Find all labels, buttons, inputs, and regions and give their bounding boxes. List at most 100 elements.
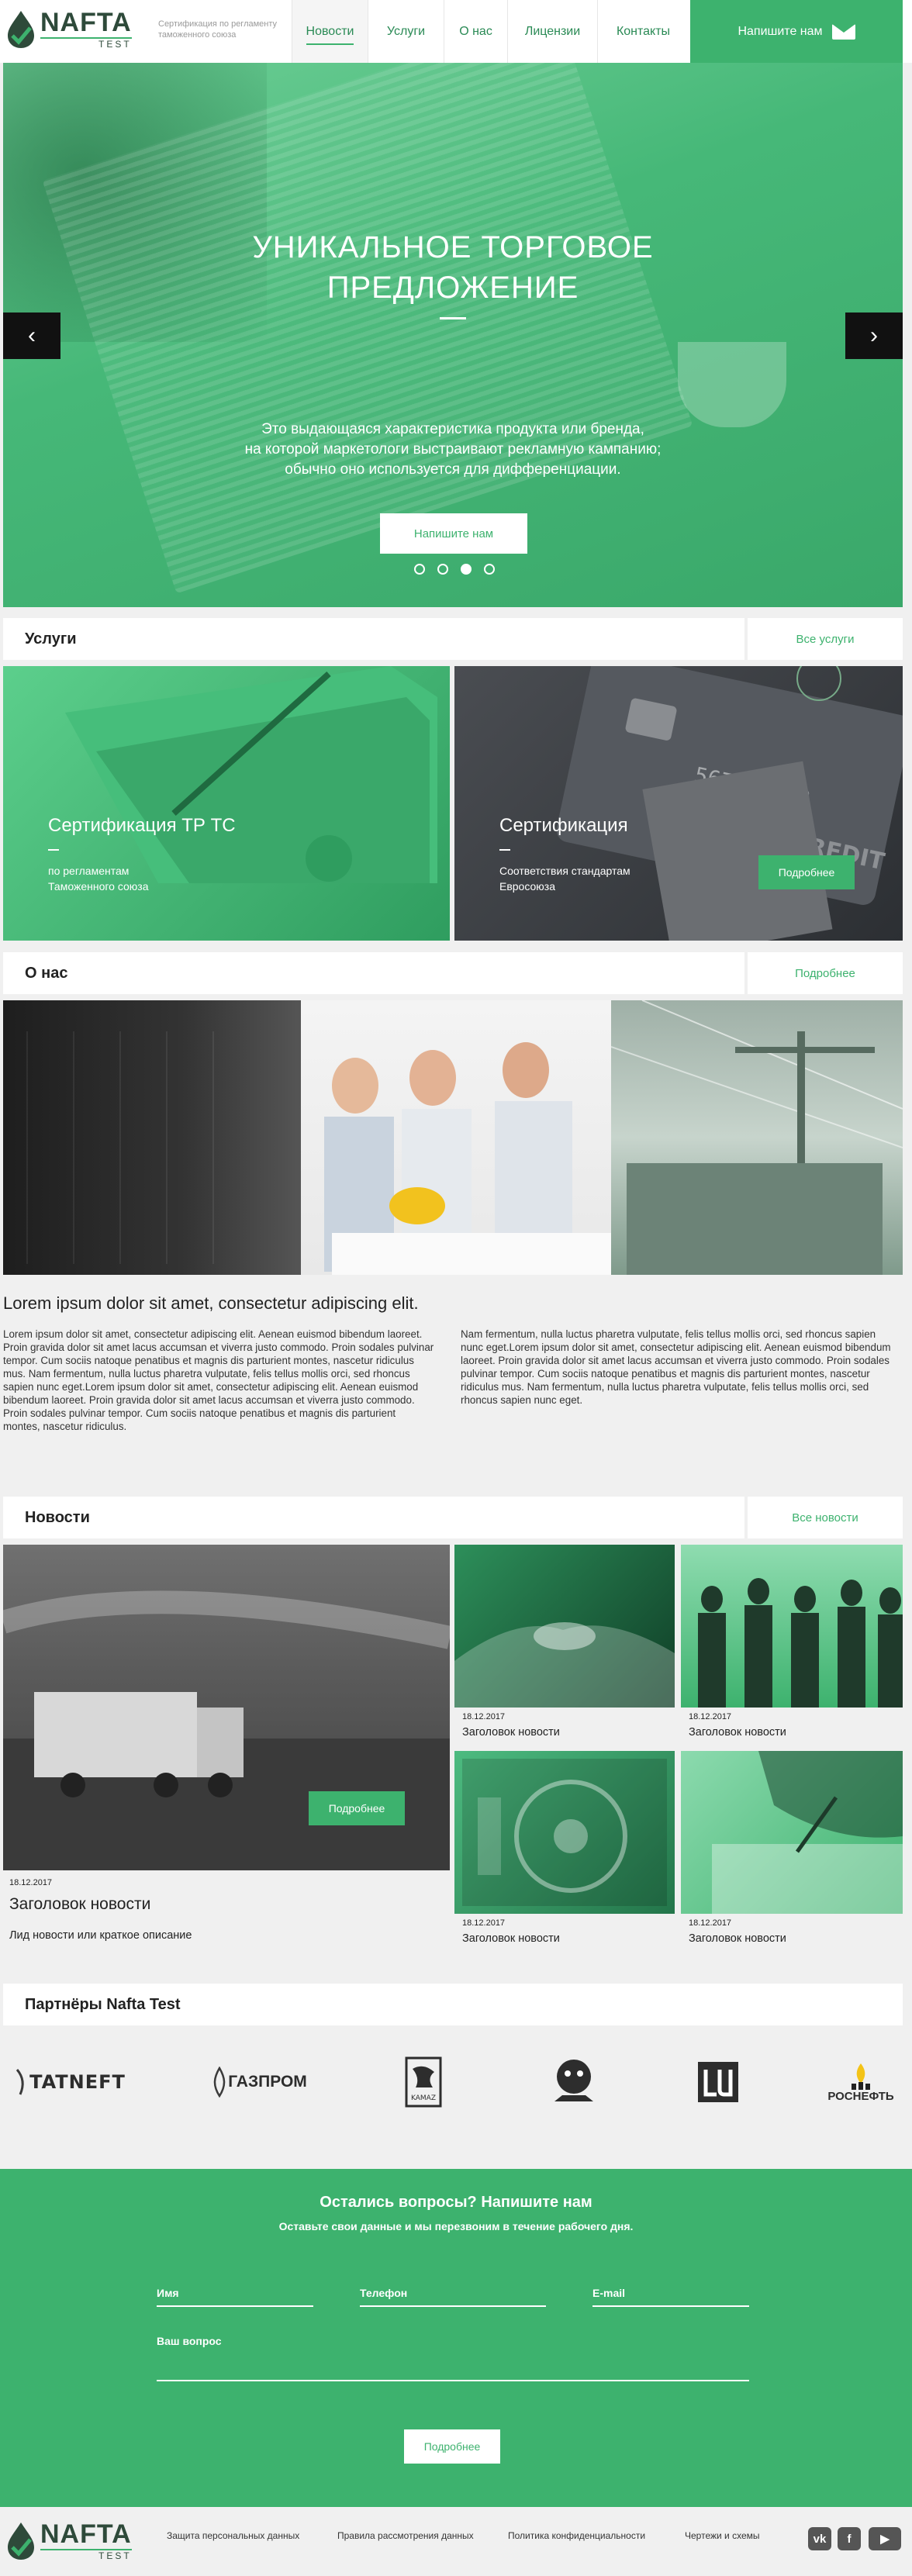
site-header: NAFTA TEST Сертификация по регламенту та…: [0, 0, 912, 63]
news-featured-card[interactable]: Подробнее: [3, 1545, 450, 1870]
lukoil-logo-icon: [698, 2062, 738, 2102]
footer-logo[interactable]: NAFTA TEST: [5, 2521, 132, 2561]
service-subtitle: Соответствия стандартам Евросоюза: [499, 865, 630, 893]
slider-prev-button[interactable]: ‹: [3, 313, 60, 359]
nav-item-contacts[interactable]: Контакты: [597, 0, 689, 63]
logo-subtext: TEST: [40, 37, 132, 50]
slider-dot[interactable]: [437, 564, 448, 575]
about-more-link[interactable]: Подробнее: [748, 952, 903, 994]
partners-header: Партнёры Nafta Test: [3, 1984, 903, 2025]
name-field[interactable]: [157, 2305, 313, 2307]
footer-link-personal-data[interactable]: Защита персональных данных: [167, 2530, 299, 2541]
footer-link-privacy[interactable]: Политика конфиденциальности: [508, 2530, 645, 2541]
news-date: 18.12.2017: [462, 1712, 506, 1721]
rosneft-logo-icon: [852, 2063, 870, 2090]
partner-gazprom-logo[interactable]: ГАЗПРОМ: [209, 2055, 309, 2109]
leopard-logo-icon: [554, 2060, 593, 2101]
news-card[interactable]: [681, 1545, 903, 1708]
news-featured-lead: Лид новости или краткое описание: [9, 1929, 192, 1942]
hero-write-us-button[interactable]: Напишите нам: [380, 513, 527, 554]
nav-item-news[interactable]: Новости: [292, 0, 368, 63]
slider-next-button[interactable]: ›: [845, 313, 903, 359]
service-title: Сертификация: [499, 815, 628, 836]
news-header: Новости: [3, 1497, 744, 1538]
email-field-label: E-mail: [592, 2287, 626, 2299]
signing-document-image: [712, 1751, 903, 1914]
crane-construction-image: [611, 1000, 903, 1275]
logo-drop-icon: [8, 2522, 34, 2560]
partner-tatneft-logo[interactable]: TATNEFT: [3, 2055, 136, 2109]
tagline: Сертификация по регламенту таможенного с…: [158, 19, 278, 40]
service-subtitle: по регламентам Таможенного союза: [48, 865, 149, 893]
hero-title: УНИКАЛЬНОЕ ТОРГОВОЕ ПРЕДЛОЖЕНИЕ: [252, 230, 654, 305]
name-field-label: Имя: [157, 2287, 179, 2299]
news-date: 18.12.2017: [689, 1918, 732, 1928]
footer-link-drawings[interactable]: Чертежи и схемы: [685, 2530, 760, 2541]
news-date: 18.12.2017: [689, 1712, 732, 1721]
slider-dot-active[interactable]: [461, 564, 472, 575]
gazprom-flame-icon: [213, 2067, 226, 2098]
question-field-label: Ваш вопрос: [157, 2335, 222, 2347]
question-field[interactable]: [157, 2380, 749, 2381]
slider-dot[interactable]: [484, 564, 495, 575]
logo[interactable]: NAFTA TEST: [5, 9, 132, 50]
kamaz-logo-icon: KAMAZ: [405, 2056, 442, 2108]
hero-text: Это выдающаяся характеристика продукта и…: [244, 421, 662, 478]
news-card[interactable]: [681, 1751, 903, 1914]
partner-bars-logo[interactable]: [543, 2055, 605, 2109]
partner-kamaz-logo[interactable]: KAMAZ: [403, 2055, 444, 2109]
contact-form-section: Остались вопросы? Напишите нам Оставьте …: [0, 2169, 912, 2507]
news-more-button[interactable]: Подробнее: [309, 1791, 405, 1825]
services-header: Услуги: [3, 618, 744, 660]
all-news-link[interactable]: Все новости: [748, 1497, 903, 1538]
nav-item-licenses[interactable]: Лицензии: [507, 0, 597, 63]
service-card-eu[interactable]: 5678 5432 CREDIT Сертификация Соответств…: [454, 666, 903, 941]
service-card-tr-ts[interactable]: Сертификация ТР ТС по регламентам Таможе…: [3, 666, 450, 941]
about-text-col1: Lorem ipsum dolor sit amet, consectetur …: [3, 1328, 434, 1432]
nav-item-services[interactable]: Услуги: [368, 0, 444, 63]
logo-drop-icon: [8, 11, 34, 48]
envelope-icon: [831, 23, 855, 40]
cup-image: [678, 342, 786, 427]
news-title[interactable]: Заголовок новости: [462, 1726, 560, 1739]
svg-text:KAMAZ: KAMAZ: [411, 2094, 436, 2102]
business-team-image: [698, 1578, 903, 1708]
news-title[interactable]: Заголовок новости: [462, 1932, 560, 1945]
slider-dot[interactable]: [414, 564, 425, 575]
news-title[interactable]: Заголовок новости: [689, 1726, 786, 1739]
handshake-image: [454, 1622, 675, 1708]
news-date: 18.12.2017: [9, 1878, 53, 1887]
facebook-icon[interactable]: f: [838, 2527, 861, 2550]
news-featured-title[interactable]: Заголовок новости: [9, 1895, 150, 1914]
news-card[interactable]: [454, 1545, 675, 1708]
chevron-left-icon: ‹: [28, 323, 36, 348]
about-header: О нас: [3, 952, 744, 994]
about-heading: Lorem ipsum dolor sit amet, consectetur …: [3, 1293, 419, 1313]
safe-vault-image: [462, 1759, 667, 1906]
partner-lukoil-logo[interactable]: [695, 2055, 741, 2109]
contact-subtitle: Оставьте свои данные и мы перезвоним в т…: [278, 2220, 634, 2232]
news-title[interactable]: Заголовок новости: [689, 1932, 786, 1945]
phone-field[interactable]: [360, 2305, 546, 2307]
nav-item-about[interactable]: О нас: [444, 0, 507, 63]
news-card[interactable]: [454, 1751, 675, 1914]
slider-dots: [414, 564, 495, 575]
email-field[interactable]: [592, 2305, 749, 2307]
credit-card-image: 5678 5432 CREDIT: [556, 666, 903, 941]
hero-slider: УНИКАЛЬНОЕ ТОРГОВОЕ ПРЕДЛОЖЕНИЕ Это выда…: [3, 63, 903, 607]
about-text-col2: Nam fermentum, nulla luctus pharetra vul…: [461, 1328, 891, 1406]
business-people-image: [324, 1042, 611, 1275]
vk-icon[interactable]: vk: [808, 2527, 831, 2550]
footer-link-data-rules[interactable]: Правила рассмотрения данных: [337, 2530, 474, 2541]
chevron-right-icon: ›: [870, 323, 878, 348]
contact-submit-button[interactable]: Подробнее: [404, 2429, 500, 2464]
partner-rosneft-logo[interactable]: РОСНЕФТЬ: [817, 2055, 904, 2109]
youtube-icon[interactable]: ▶: [869, 2527, 901, 2550]
folder-pen-image: [65, 666, 437, 883]
all-services-link[interactable]: Все услуги: [748, 618, 903, 660]
write-us-button[interactable]: Напишите нам: [690, 0, 903, 63]
news-date: 18.12.2017: [462, 1918, 506, 1928]
hero-divider: [440, 317, 466, 319]
service-more-button[interactable]: Подробнее: [758, 855, 855, 889]
contact-title: Остались вопросы? Напишите нам: [320, 2194, 592, 2211]
